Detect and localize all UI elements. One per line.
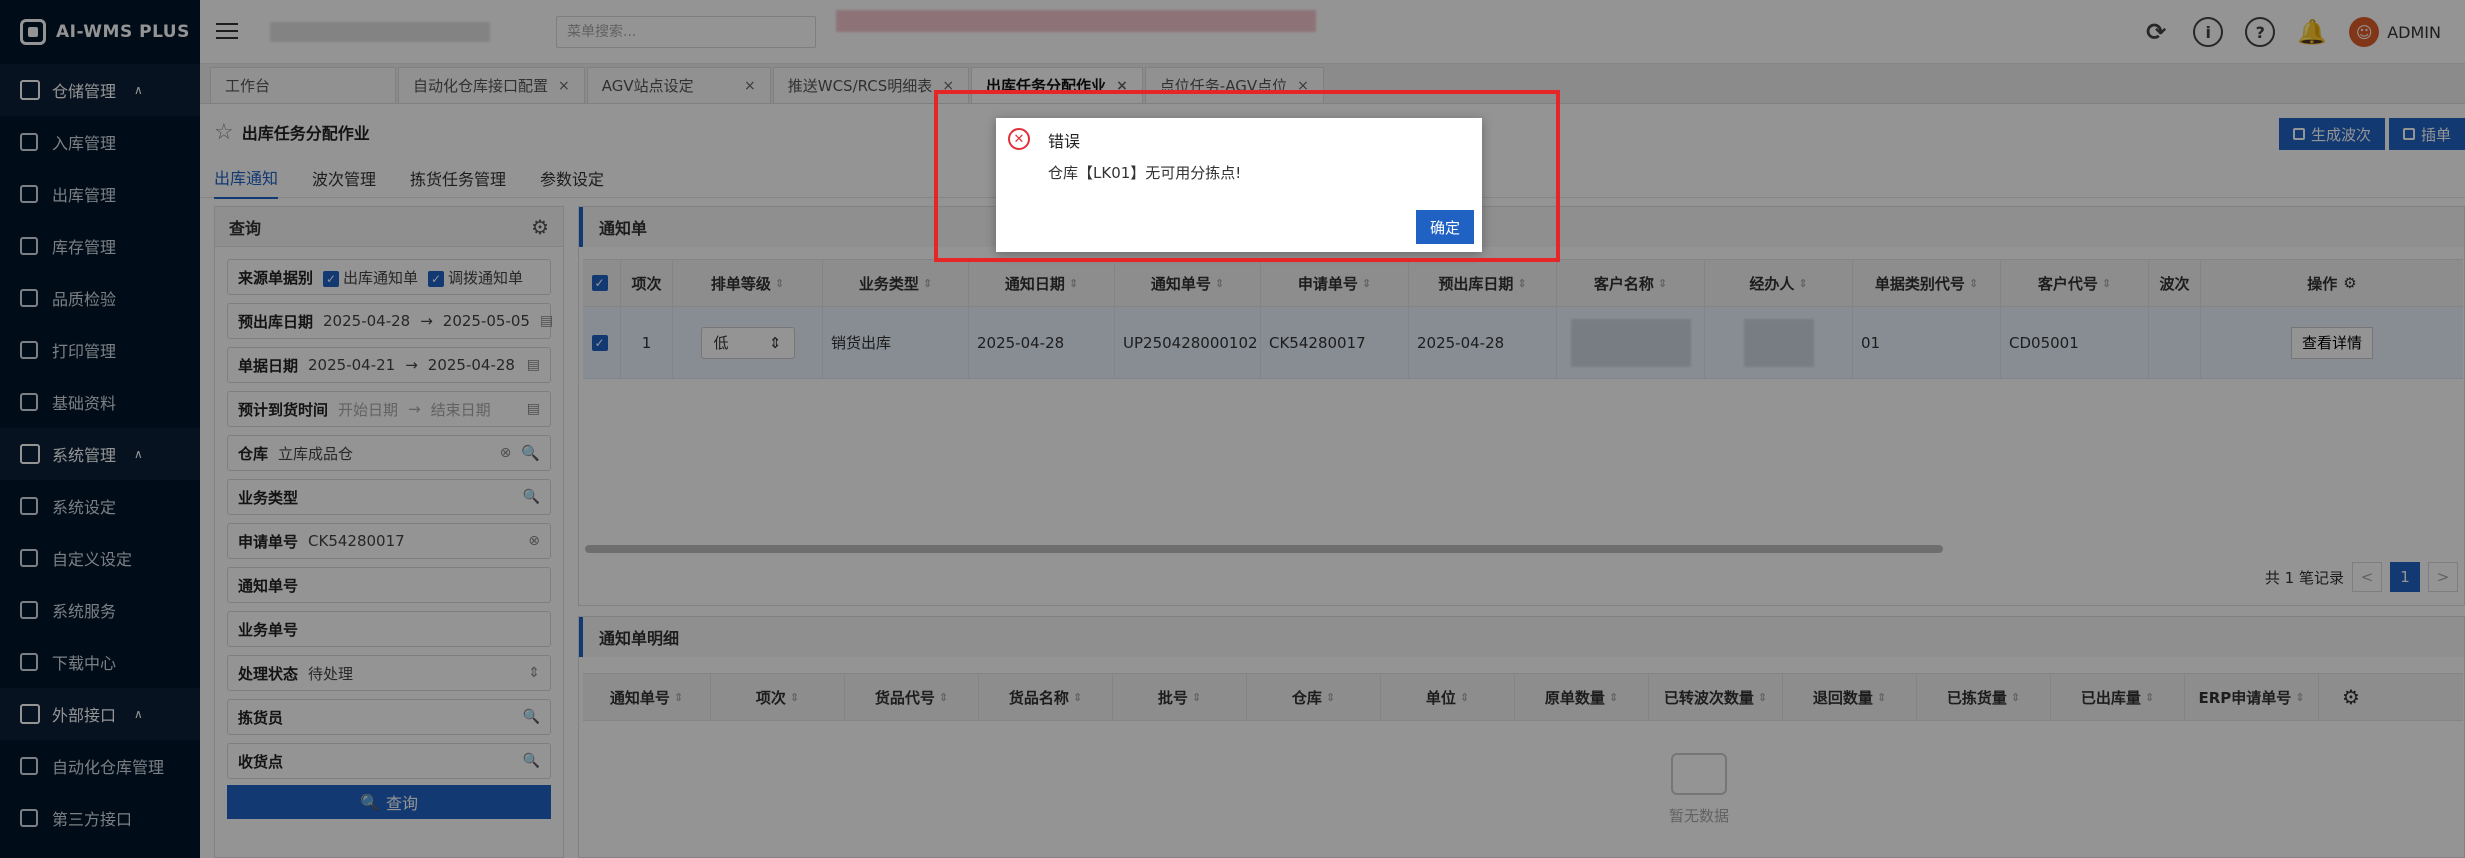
highlight-frame [934,90,1560,262]
